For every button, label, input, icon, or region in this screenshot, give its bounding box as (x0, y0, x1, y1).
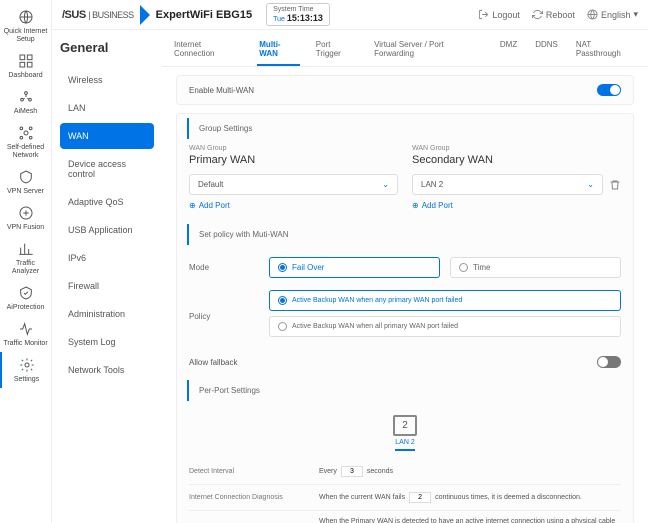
detect-interval-label: Detect Interval (189, 468, 319, 475)
vpn-fusion-icon (17, 204, 35, 222)
rail-traffic-monitor[interactable]: Traffic Monitor (0, 316, 51, 352)
analyzer-icon (17, 240, 35, 258)
policy-label: Policy (189, 312, 269, 321)
shield-icon (17, 284, 35, 302)
secondary-add-port[interactable]: ⊕Add Port (412, 201, 621, 210)
perport-header: Per-Port Settings (187, 380, 633, 401)
enable-multiwan-toggle[interactable] (597, 84, 621, 96)
tab-internet[interactable]: Internet Connection (172, 36, 243, 66)
sm-qos[interactable]: Adaptive QoS (60, 189, 154, 215)
tab-bar: Internet Connection Multi-WAN Port Trigg… (162, 30, 648, 67)
logout-button[interactable]: Logout (478, 9, 520, 20)
brand-logo: /SUS | BUSINESS (62, 9, 134, 21)
sm-syslog[interactable]: System Log (60, 329, 154, 355)
primary-wan-select[interactable]: Default⌄ (189, 174, 398, 195)
sm-usb[interactable]: USB Application (60, 217, 154, 243)
monitor-icon (17, 320, 35, 338)
tab-multiwan[interactable]: Multi-WAN (257, 36, 300, 66)
network-icon (17, 124, 35, 142)
detect-interval-input[interactable] (341, 466, 363, 477)
left-rail: Quick Internet Setup Dashboard AiMesh Se… (0, 0, 52, 523)
rail-traffic-analyzer[interactable]: Traffic Analyzer (0, 236, 51, 280)
sm-wan[interactable]: WAN (60, 123, 154, 149)
port-tab[interactable]: 2 LAN 2 (393, 415, 417, 451)
sm-device-access[interactable]: Device access control (60, 151, 154, 187)
rail-vpn-server[interactable]: VPN Server (0, 164, 51, 200)
topbar: /SUS | BUSINESS ExpertWiFi EBG15 System … (52, 0, 648, 30)
reboot-button[interactable]: Reboot (532, 9, 575, 20)
delete-secondary-button[interactable] (609, 179, 621, 191)
rail-vpn-fusion[interactable]: VPN Fusion (0, 200, 51, 236)
model-name: ExpertWiFi EBG15 (156, 9, 252, 21)
rail-self-network[interactable]: Self-defined Network (0, 120, 51, 164)
diagnosis-input[interactable] (409, 492, 431, 503)
secondary-wan-select[interactable]: LAN 2⌄ (412, 174, 603, 195)
chevron-down-icon: ⌄ (382, 180, 389, 189)
sm-wireless[interactable]: Wireless (60, 67, 154, 93)
language-select[interactable]: English ▾ (587, 9, 638, 20)
secondary-wan-group: WAN Group Secondary WAN LAN 2⌄ ⊕Add Port (412, 145, 621, 210)
enable-label: Enable Multi-WAN (189, 86, 254, 95)
sm-nettools[interactable]: Network Tools (60, 357, 154, 383)
sm-ipv6[interactable]: IPv6 (60, 245, 154, 271)
primary-add-port[interactable]: ⊕Add Port (189, 201, 398, 210)
plus-icon: ⊕ (412, 201, 419, 210)
chevron-down-icon: ▾ (633, 9, 638, 20)
tab-virtualserver[interactable]: Virtual Server / Port Forwarding (372, 36, 484, 66)
fallback-label: Allow fallback (189, 358, 237, 367)
tab-dmz[interactable]: DMZ (498, 36, 519, 66)
tab-porttrigger[interactable]: Port Trigger (314, 36, 358, 66)
dashboard-icon (17, 52, 35, 70)
plus-icon: ⊕ (189, 201, 196, 210)
system-time-box: System Time Tue 15:13:13 (266, 3, 330, 26)
vpn-icon (17, 168, 35, 186)
rail-settings[interactable]: Settings (0, 352, 51, 388)
enable-multiwan-row: Enable Multi-WAN (177, 76, 633, 104)
mode-time[interactable]: Time (450, 257, 621, 278)
chevron-down-icon: ⌄ (587, 180, 594, 189)
tab-ddns[interactable]: DDNS (533, 36, 560, 66)
rail-aiprotection[interactable]: AiProtection (0, 280, 51, 316)
policy-any-failed[interactable]: Active Backup WAN when any primary WAN p… (269, 290, 621, 311)
rail-dashboard[interactable]: Dashboard (0, 48, 51, 84)
rail-aimesh[interactable]: AiMesh (0, 84, 51, 120)
sm-lan[interactable]: LAN (60, 95, 154, 121)
chevron-icon (140, 5, 150, 25)
side-menu: General Wireless LAN WAN Device access c… (52, 30, 162, 523)
primary-wan-group: WAN Group Primary WAN Default⌄ ⊕Add Port (189, 145, 398, 210)
tab-natpass[interactable]: NAT Passthrough (574, 36, 638, 66)
gear-icon (18, 356, 36, 374)
mode-label: Mode (189, 263, 269, 272)
sidemenu-title: General (60, 40, 154, 55)
diagnosis-label: Internet Connection Diagnosis (189, 494, 319, 501)
sm-firewall[interactable]: Firewall (60, 273, 154, 299)
policy-section-header: Set policy with Muti-WAN (187, 224, 633, 245)
globe-icon (17, 8, 35, 26)
mode-failover[interactable]: Fail Over (269, 257, 440, 278)
policy-all-failed[interactable]: Active Backup WAN when all primary WAN p… (269, 316, 621, 337)
group-settings-header: Group Settings (187, 118, 633, 139)
rail-quick-setup[interactable]: Quick Internet Setup (0, 4, 51, 48)
mesh-icon (17, 88, 35, 106)
sm-admin[interactable]: Administration (60, 301, 154, 327)
fallback-toggle[interactable] (597, 356, 621, 368)
